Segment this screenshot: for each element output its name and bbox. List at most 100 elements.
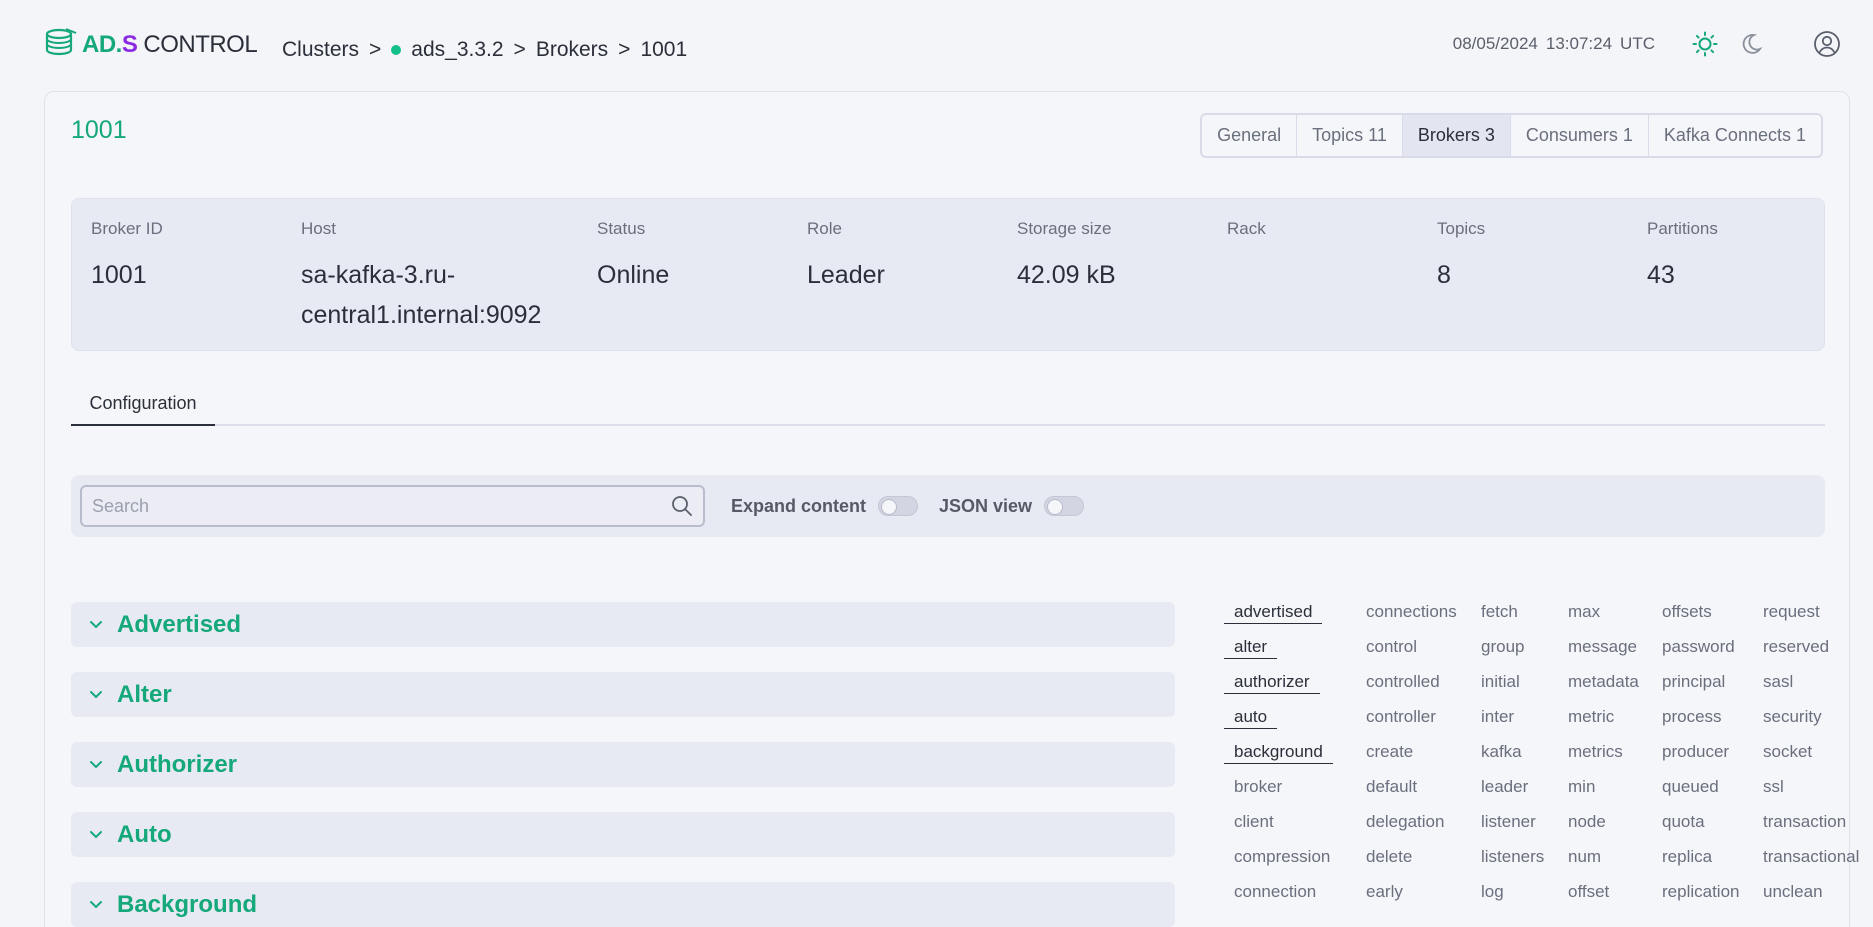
keyword-link[interactable]: early [1356, 879, 1457, 914]
info-label: Broker ID [91, 219, 163, 238]
keyword-link[interactable]: reserved [1753, 634, 1859, 669]
chevron-down-icon [89, 900, 103, 910]
logo-text-ad: AD. [82, 31, 122, 58]
tab-brokers[interactable]: Brokers 3 [1402, 115, 1511, 156]
group-title: Auto [117, 820, 172, 848]
keyword-link[interactable]: alter [1224, 634, 1333, 669]
keyword-link[interactable]: max [1558, 599, 1639, 634]
breadcrumb-clusters[interactable]: Clusters [282, 38, 359, 62]
keyword-link[interactable]: offset [1558, 879, 1639, 914]
keyword-link[interactable]: leader [1471, 774, 1544, 809]
keyword-link[interactable]: inter [1471, 704, 1544, 739]
keyword-link[interactable]: broker [1224, 774, 1333, 809]
keyword-link[interactable]: log [1471, 879, 1544, 914]
keyword-link[interactable]: security [1753, 704, 1859, 739]
keyword-link[interactable]: message [1558, 634, 1639, 669]
keyword-link[interactable]: transactional [1753, 844, 1859, 879]
chevron-down-icon [89, 620, 103, 630]
keyword-link[interactable]: node [1558, 809, 1639, 844]
keyword-link[interactable]: kafka [1471, 739, 1544, 774]
keyword-link[interactable]: connection [1224, 879, 1333, 914]
keyword-link[interactable]: metrics [1558, 739, 1639, 774]
keyword-label: authorizer [1224, 672, 1320, 694]
keyword-link[interactable]: control [1356, 634, 1457, 669]
keyword-link[interactable]: compression [1224, 844, 1333, 879]
keyword-link[interactable]: controlled [1356, 669, 1457, 704]
keyword-link[interactable]: client [1224, 809, 1333, 844]
keyword-link[interactable]: connections [1356, 599, 1457, 634]
info-rack: Rack [1227, 219, 1266, 255]
keyword-link[interactable]: password [1652, 634, 1740, 669]
keyword-link[interactable]: ssl [1753, 774, 1859, 809]
keyword-link[interactable]: metric [1558, 704, 1639, 739]
keyword-label: delegation [1366, 812, 1445, 831]
keyword-column: advertised alter authorizer auto background b… [1224, 599, 1333, 914]
chevron-down-icon [89, 830, 103, 840]
keyword-link[interactable]: delegation [1356, 809, 1457, 844]
search-box [80, 485, 705, 527]
user-avatar-icon[interactable] [1811, 28, 1843, 60]
tab-topics[interactable]: Topics 11 [1297, 115, 1403, 156]
keyword-link[interactable]: default [1356, 774, 1457, 809]
moon-icon[interactable] [1735, 28, 1767, 60]
keyword-link[interactable]: advertised [1224, 599, 1333, 634]
search-icon[interactable] [671, 495, 693, 522]
keyword-link[interactable]: num [1558, 844, 1639, 879]
keyword-link[interactable]: initial [1471, 669, 1544, 704]
keyword-link[interactable]: controller [1356, 704, 1457, 739]
info-value: Online [597, 261, 670, 289]
tab-label: Consumers [1525, 125, 1618, 145]
keyword-link[interactable]: create [1356, 739, 1457, 774]
tab-consumers[interactable]: Consumers 1 [1511, 115, 1649, 156]
json-view-toggle[interactable] [1044, 496, 1085, 516]
broker-info-panel: Broker ID 1001 Host sa-kafka-3.ru- centr… [71, 198, 1825, 351]
section-tabs: Configuration [71, 392, 1825, 426]
keyword-label: process [1662, 707, 1722, 726]
keyword-link[interactable]: background [1224, 739, 1333, 774]
breadcrumb-current: 1001 [640, 38, 688, 61]
keyword-link[interactable]: process [1652, 704, 1740, 739]
keyword-label: unclean [1763, 882, 1823, 901]
group-authorizer[interactable]: Authorizer [71, 742, 1175, 787]
keyword-link[interactable]: transaction [1753, 809, 1859, 844]
keyword-link[interactable]: metadata [1558, 669, 1639, 704]
tab-kafka-connects[interactable]: Kafka Connects 1 [1649, 115, 1821, 156]
keyword-link[interactable]: socket [1753, 739, 1859, 774]
breadcrumb-cluster[interactable]: ads_3.3.2 [411, 38, 503, 62]
keyword-link[interactable]: quota [1652, 809, 1740, 844]
sun-icon[interactable] [1689, 28, 1721, 60]
keyword-label: inter [1481, 707, 1515, 726]
info-value: 8 [1437, 261, 1451, 289]
info-value: Leader [807, 261, 885, 289]
keyword-link[interactable]: group [1471, 634, 1544, 669]
keyword-link[interactable]: delete [1356, 844, 1457, 879]
tab-configuration[interactable]: Configuration [71, 392, 215, 426]
expand-content-toggle[interactable] [878, 496, 919, 516]
keyword-link[interactable]: request [1753, 599, 1859, 634]
keyword-label: security [1763, 707, 1822, 726]
group-alter[interactable]: Alter [71, 672, 1175, 717]
search-input[interactable] [82, 487, 642, 525]
keyword-link[interactable]: auto [1224, 704, 1333, 739]
breadcrumb-brokers[interactable]: Brokers [536, 38, 608, 62]
logo[interactable]: AD. S CONTROL [44, 27, 258, 62]
keyword-link[interactable]: producer [1652, 739, 1740, 774]
keyword-link[interactable]: listeners [1471, 844, 1544, 879]
keyword-link[interactable]: listener [1471, 809, 1544, 844]
keyword-link[interactable]: sasl [1753, 669, 1859, 704]
keyword-link[interactable]: offsets [1652, 599, 1740, 634]
keyword-link[interactable]: queued [1652, 774, 1740, 809]
keyword-link[interactable]: min [1558, 774, 1639, 809]
keyword-link[interactable]: principal [1652, 669, 1740, 704]
keyword-link[interactable]: fetch [1471, 599, 1544, 634]
keyword-link[interactable]: unclean [1753, 879, 1859, 914]
tab-label: General [1217, 125, 1282, 145]
keyword-link[interactable]: replica [1652, 844, 1740, 879]
keyword-link[interactable]: replication [1652, 879, 1740, 914]
tab-general[interactable]: General [1202, 115, 1298, 156]
keyword-link[interactable]: authorizer [1224, 669, 1333, 704]
keyword-label: replica [1662, 847, 1713, 866]
group-advertised[interactable]: Advertised [71, 602, 1175, 647]
group-background[interactable]: Background [71, 882, 1175, 927]
group-auto[interactable]: Auto [71, 812, 1175, 857]
